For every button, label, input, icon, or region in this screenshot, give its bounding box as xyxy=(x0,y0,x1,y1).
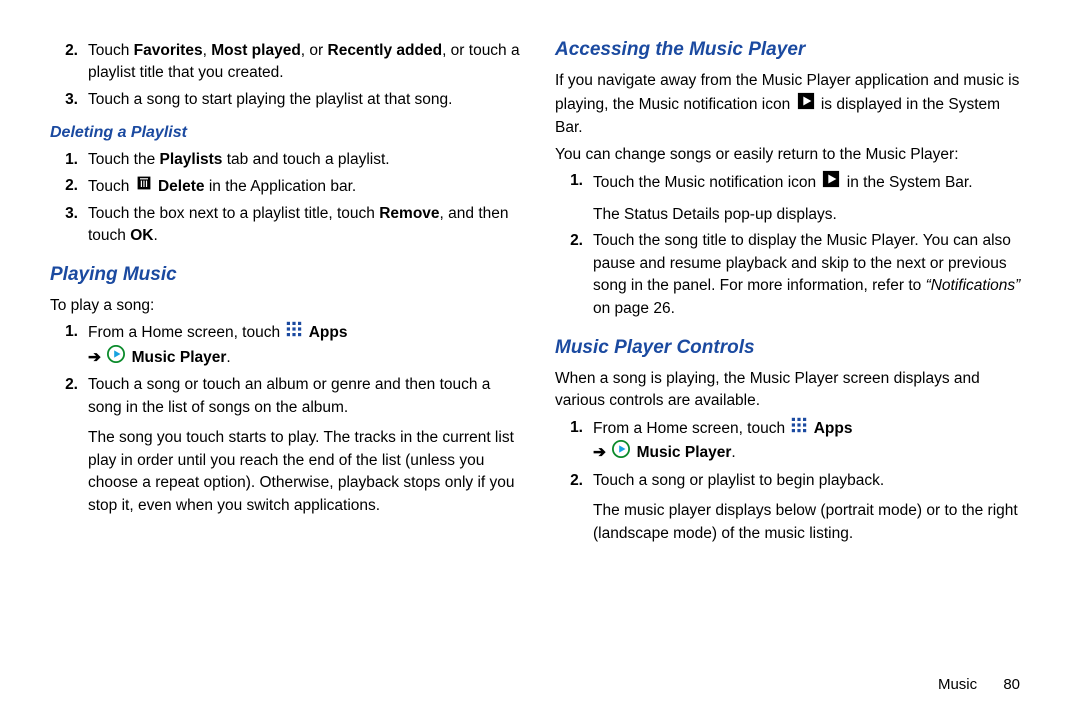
heading-music-player-controls: Music Player Controls xyxy=(555,334,1030,362)
step-number: 3. xyxy=(50,89,88,111)
step-number: 2. xyxy=(50,40,88,85)
step-number: 2. xyxy=(555,230,593,320)
step-body: Touch the Playlists tab and touch a play… xyxy=(88,149,525,171)
list-item: 2. Touch a song or touch an album or gen… xyxy=(50,374,525,517)
step-number: 3. xyxy=(50,203,88,248)
step-number: 2. xyxy=(555,470,593,545)
list-item: 1. Touch the Music notification icon in … xyxy=(555,170,1030,226)
step-number: 2. xyxy=(50,374,88,517)
list-item: 1. From a Home screen, touch Apps ➔ Musi… xyxy=(50,321,525,370)
list-item: 2. Touch Favorites, Most played, or Rece… xyxy=(50,40,525,85)
step-number: 2. xyxy=(50,175,88,198)
apps-icon xyxy=(791,417,807,440)
play-notification-icon xyxy=(822,170,840,195)
right-column: Accessing the Music Player If you naviga… xyxy=(555,36,1030,549)
paragraph: If you navigate away from the Music Play… xyxy=(555,70,1030,140)
step-body: Touch the song title to display the Musi… xyxy=(593,230,1030,320)
step-body: Touch a song to start playing the playli… xyxy=(88,89,525,111)
follow-text: The Status Details pop-up displays. xyxy=(593,204,1030,226)
heading-playing-music: Playing Music xyxy=(50,261,525,289)
paragraph: You can change songs or easily return to… xyxy=(555,144,1030,166)
list-item: 2. Touch Delete in the Application bar. xyxy=(50,175,525,198)
page-number: 80 xyxy=(1003,676,1020,693)
paragraph: When a song is playing, the Music Player… xyxy=(555,368,1030,413)
step-body: Touch a song or playlist to begin playba… xyxy=(593,470,1030,545)
step-number: 1. xyxy=(50,321,88,370)
left-column: 2. Touch Favorites, Most played, or Rece… xyxy=(50,36,525,549)
list-item: 1. From a Home screen, touch Apps ➔ Musi… xyxy=(555,417,1030,466)
step-body: From a Home screen, touch Apps ➔ Music P… xyxy=(593,417,1030,466)
music-player-icon xyxy=(612,440,630,465)
page-footer: Music 80 xyxy=(938,674,1020,696)
step-body: Touch a song or touch an album or genre … xyxy=(88,374,525,517)
step-body: Touch the box next to a playlist title, … xyxy=(88,203,525,248)
list-item: 3. Touch the box next to a playlist titl… xyxy=(50,203,525,248)
list-item: 2. Touch a song or playlist to begin pla… xyxy=(555,470,1030,545)
step-body: Touch Delete in the Application bar. xyxy=(88,175,525,198)
trash-icon xyxy=(136,175,152,198)
play-notification-icon xyxy=(797,92,815,117)
section-name: Music xyxy=(938,676,977,693)
list-item: 1. Touch the Playlists tab and touch a p… xyxy=(50,149,525,171)
list-item: 2. Touch the song title to display the M… xyxy=(555,230,1030,320)
step-number: 1. xyxy=(50,149,88,171)
step-body: Touch the Music notification icon in the… xyxy=(593,170,1030,226)
follow-text: The music player displays below (portrai… xyxy=(593,500,1030,545)
subheading-deleting-playlist: Deleting a Playlist xyxy=(50,121,525,144)
step-body: From a Home screen, touch Apps ➔ Music P… xyxy=(88,321,525,370)
step-number: 1. xyxy=(555,170,593,226)
step-number: 1. xyxy=(555,417,593,466)
intro-text: To play a song: xyxy=(50,295,525,317)
step-body: Touch Favorites, Most played, or Recentl… xyxy=(88,40,525,85)
heading-accessing-music-player: Accessing the Music Player xyxy=(555,36,1030,64)
follow-text: The song you touch starts to play. The t… xyxy=(88,427,525,517)
music-player-icon xyxy=(107,345,125,370)
apps-icon xyxy=(286,321,302,344)
list-item: 3. Touch a song to start playing the pla… xyxy=(50,89,525,111)
